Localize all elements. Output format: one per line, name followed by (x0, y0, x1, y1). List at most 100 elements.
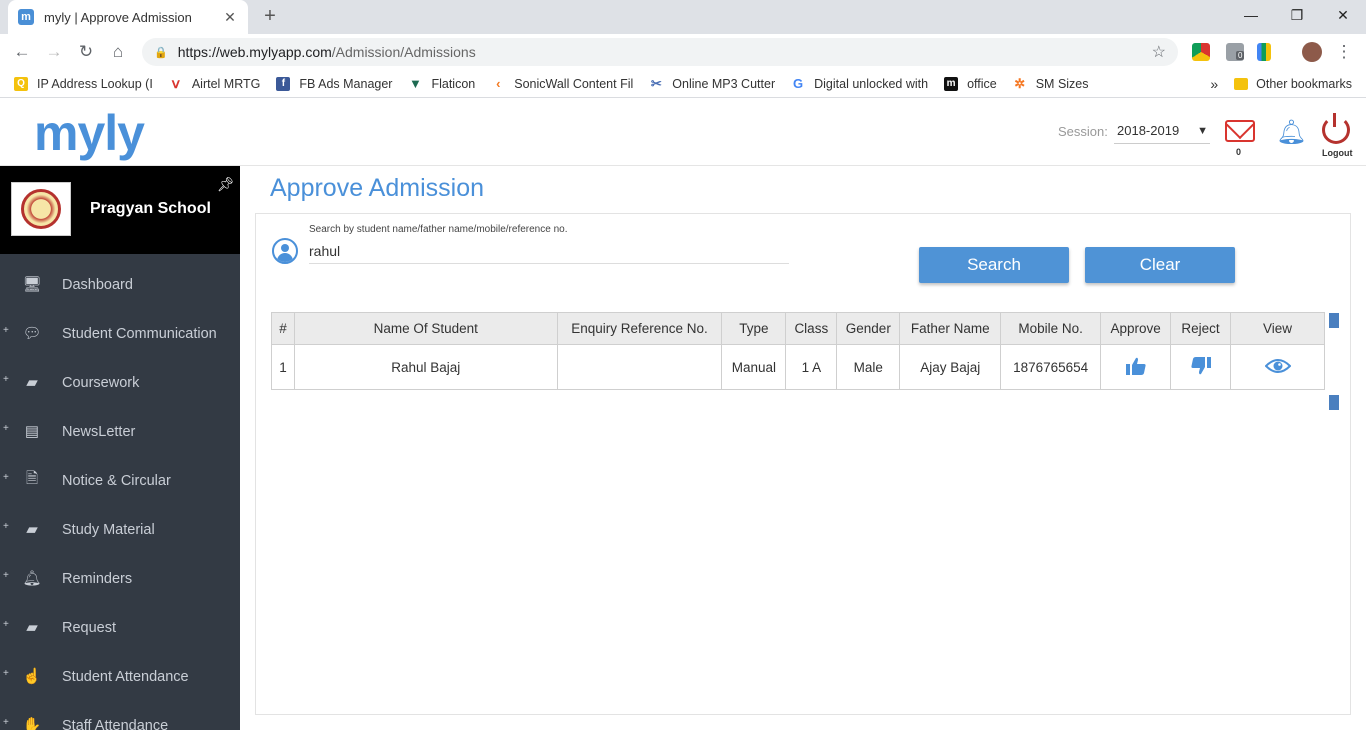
sidebar-item-label: NewsLetter (62, 423, 136, 440)
bookmark-item[interactable]: ⅴ Airtel MRTG (169, 75, 261, 91)
admissions-table: # Name Of Student Enquiry Reference No. … (271, 312, 1325, 390)
more-bookmarks-chevron-icon[interactable]: » (1210, 76, 1218, 92)
column-header: Gender (836, 312, 901, 345)
extension-puzzle-icon[interactable]: 0 (1226, 43, 1245, 61)
profile-avatar[interactable] (1302, 42, 1322, 62)
sidebar-item-request[interactable]: + ▰ Request (0, 603, 240, 652)
pin-icon[interactable]: 📌︎ (217, 176, 235, 193)
bookmark-label: SM Sizes (1035, 76, 1089, 91)
myly-logo[interactable]: myly (34, 104, 145, 162)
sidebar: Pragyan School 📌︎ 🖥︎ Dashboard + 💬︎ Stud… (0, 166, 240, 730)
expand-plus-icon: + (3, 374, 9, 385)
bookmark-label: Digital unlocked with (814, 76, 929, 91)
back-arrow-icon[interactable]: ← (10, 40, 34, 64)
url-path: /Admission/Admissions (331, 44, 476, 60)
sidebar-item-label: Dashboard (62, 276, 133, 293)
book-icon: ▰ (26, 374, 38, 391)
mail-count-badge: 0 (1236, 147, 1242, 157)
sidebar-item-label: Study Material (62, 521, 155, 538)
table-header-row: # Name Of Student Enquiry Reference No. … (271, 312, 1325, 345)
window-close-icon[interactable]: ✕ (1320, 0, 1366, 30)
reject-cell (1170, 344, 1232, 390)
sidebar-item-study-material[interactable]: + ▰ Study Material (0, 505, 240, 554)
bookmarks-bar: Q IP Address Lookup (I ⅴ Airtel MRTG f FB A… (0, 70, 1366, 98)
sonicwall-icon: ‹ (496, 76, 501, 91)
bookmark-label: Flaticon (431, 76, 476, 91)
bookmark-label: IP Address Lookup (I (37, 76, 153, 91)
logout-label[interactable]: Logout (1322, 148, 1353, 158)
mobile-number: 1876765654 (1000, 344, 1102, 390)
bookmark-item[interactable]: ‹ SonicWall Content Fil (491, 76, 633, 91)
bookmark-label: Airtel MRTG (191, 76, 261, 91)
book-icon: ▰ (26, 521, 38, 538)
student-name: Rahul Bajaj (293, 344, 558, 390)
bookmark-item[interactable]: f FB Ads Manager (276, 76, 393, 91)
column-header: # (271, 312, 295, 345)
browser-tab[interactable]: m myly | Approve Admission ✕ (8, 0, 248, 34)
bookmark-item[interactable]: m office (944, 76, 997, 91)
bell-icon[interactable]: 🔔︎ (1276, 118, 1306, 147)
app-header: myly Session: 2018-2019 ▼ 0 🔔︎ Logout (0, 98, 1366, 166)
new-tab-button[interactable]: + (258, 4, 282, 28)
other-bookmarks[interactable]: Other bookmarks (1256, 77, 1352, 91)
bookmark-item[interactable]: ✂ Online MP3 Cutter (649, 75, 775, 91)
column-header: Enquiry Reference No. (556, 312, 723, 345)
reload-icon[interactable]: ↻ (74, 40, 98, 64)
thumbs-down-icon[interactable] (1190, 356, 1212, 376)
column-header: Mobile No. (1000, 312, 1102, 345)
sidebar-item-label: Notice & Circular (62, 472, 171, 489)
extension-chart-icon[interactable] (1257, 43, 1271, 61)
expand-plus-icon: + (3, 570, 9, 581)
sidebar-item-notice-circular[interactable]: + 🗎 Notice & Circular (0, 456, 240, 505)
clear-button[interactable]: Clear (1085, 247, 1235, 283)
enquiry-ref (556, 344, 723, 390)
bookmark-label: FB Ads Manager (299, 76, 393, 91)
sidebar-item-coursework[interactable]: + ▰ Coursework (0, 358, 240, 407)
power-icon[interactable] (1322, 113, 1350, 144)
hand-icon: ☝ (22, 668, 42, 685)
sidebar-item-label: Request (62, 619, 117, 636)
sidebar-item-student-communication[interactable]: + 💬︎ Student Communication (0, 309, 240, 358)
view-cell (1230, 344, 1325, 390)
session-label: Session: (1058, 124, 1108, 139)
bookmark-item[interactable]: ▼ Flaticon (408, 76, 476, 91)
table-scroll-up[interactable] (1329, 313, 1339, 328)
column-header: View (1230, 312, 1325, 345)
tab-close-icon[interactable]: ✕ (222, 9, 238, 26)
url-host: https://web.mylyapp.com (177, 44, 332, 60)
sidebar-item-student-attendance[interactable]: + ☝ Student Attendance (0, 652, 240, 701)
home-icon[interactable]: ⌂ (106, 40, 130, 64)
bookmark-item[interactable]: ✲ SM Sizes (1013, 76, 1089, 91)
sidebar-item-staff-attendance[interactable]: + ✋ Staff Attendance (0, 701, 240, 730)
browser-menu-icon[interactable]: ⋮ (1332, 40, 1356, 64)
folder-icon (1234, 78, 1249, 90)
hand-icon: ✋ (22, 717, 42, 730)
scissors-icon: ✂ (650, 75, 662, 91)
monitor-icon: 🖥︎ (22, 276, 42, 293)
search-input[interactable] (309, 238, 789, 264)
restore-icon[interactable]: ❐ (1274, 0, 1320, 30)
session-select[interactable]: 2018-2019 ▼ (1114, 120, 1210, 144)
sidebar-item-reminders[interactable]: + 🔔︎ Reminders (0, 554, 240, 603)
address-bar[interactable]: 🔒 https://web.mylyapp.com/Admission/Admi… (142, 38, 1178, 66)
eye-icon[interactable] (1264, 356, 1291, 376)
google-icon: G (793, 76, 804, 91)
bookmark-star-icon[interactable]: ☆ (1152, 42, 1166, 62)
mail-icon[interactable] (1225, 120, 1255, 142)
bookmark-item[interactable]: Q IP Address Lookup (I (14, 76, 153, 91)
column-header: Approve (1100, 312, 1172, 345)
sidebar-item-newsletter[interactable]: + ▤ NewsLetter (0, 407, 240, 456)
search-button[interactable]: Search (919, 247, 1069, 283)
book-icon: ▰ (26, 619, 38, 636)
extension-color-icon[interactable] (1192, 43, 1210, 61)
expand-plus-icon: + (3, 717, 9, 728)
forward-arrow-icon[interactable]: → (42, 40, 66, 64)
sidebar-item-dashboard[interactable]: 🖥︎ Dashboard (0, 260, 240, 309)
thumbs-up-icon[interactable] (1125, 356, 1147, 376)
bookmark-item[interactable]: G Digital unlocked with (791, 76, 929, 91)
airtel-icon: ⅴ (171, 75, 180, 91)
minimize-icon[interactable]: — (1228, 0, 1274, 30)
crest-emblem (21, 189, 61, 229)
table-scroll-down[interactable] (1329, 395, 1339, 410)
search-label: Search by student name/father name/mobil… (309, 224, 568, 235)
